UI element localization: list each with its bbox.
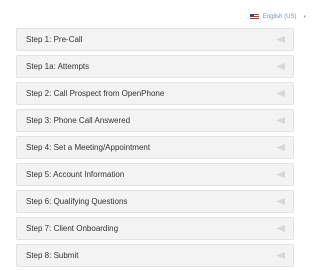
step-label: Step 1: Pre-Call <box>26 35 83 44</box>
collapse-triangle-icon <box>276 117 285 124</box>
language-selector[interactable]: English (US) ▾ <box>249 14 306 20</box>
step-panel-4[interactable]: Step 4: Set a Meeting/Appointment <box>16 136 294 159</box>
step-panel-2[interactable]: Step 2: Call Prospect from OpenPhone <box>16 82 294 105</box>
step-label: Step 8: Submit <box>26 251 79 260</box>
step-label: Step 5: Account Information <box>26 170 125 179</box>
step-panel-1[interactable]: Step 1: Pre-Call <box>16 28 294 51</box>
us-flag-icon <box>249 14 259 20</box>
collapse-triangle-icon <box>276 252 285 259</box>
step-label: Step 6: Qualifying Questions <box>26 197 128 206</box>
step-panel-1a[interactable]: Step 1a: Attempts <box>16 55 294 78</box>
collapse-triangle-icon <box>276 198 285 205</box>
collapse-triangle-icon <box>276 171 285 178</box>
language-label: English (US) <box>262 14 297 20</box>
chevron-down-icon: ▾ <box>303 14 306 20</box>
collapse-triangle-icon <box>276 63 285 70</box>
step-panel-6[interactable]: Step 6: Qualifying Questions <box>16 190 294 213</box>
step-label: Step 2: Call Prospect from OpenPhone <box>26 89 165 98</box>
step-label: Step 1a: Attempts <box>26 62 90 71</box>
collapse-triangle-icon <box>276 90 285 97</box>
step-panel-8[interactable]: Step 8: Submit <box>16 244 294 267</box>
steps-accordion: Step 1: Pre-Call Step 1a: Attempts Step … <box>16 28 294 267</box>
step-panel-3[interactable]: Step 3: Phone Call Answered <box>16 109 294 132</box>
collapse-triangle-icon <box>276 36 285 43</box>
collapse-triangle-icon <box>276 225 285 232</box>
step-label: Step 7: Client Onboarding <box>26 224 119 233</box>
collapse-triangle-icon <box>276 144 285 151</box>
page: English (US) ▾ Step 1: Pre-Call Step 1a:… <box>0 0 310 270</box>
step-label: Step 3: Phone Call Answered <box>26 116 131 125</box>
step-label: Step 4: Set a Meeting/Appointment <box>26 143 151 152</box>
step-panel-7[interactable]: Step 7: Client Onboarding <box>16 217 294 240</box>
step-panel-5[interactable]: Step 5: Account Information <box>16 163 294 186</box>
